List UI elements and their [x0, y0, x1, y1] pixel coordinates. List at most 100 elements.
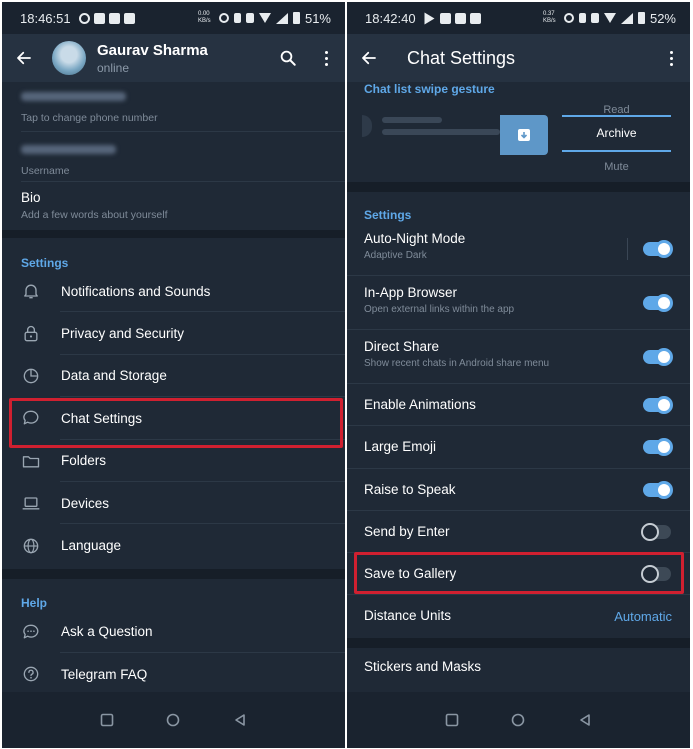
setting-label: Auto-Night Mode	[364, 231, 466, 246]
setting-row-auto-night-mode[interactable]: Auto-Night Mode Adaptive Dark	[347, 222, 690, 276]
large-emoji-toggle[interactable]	[643, 438, 673, 457]
menu-item-ask-a-question[interactable]: Ask a Question	[2, 611, 345, 654]
alarm-icon	[218, 13, 229, 23]
android-nav-bar	[2, 692, 345, 748]
menu-item-label: Folders	[61, 453, 107, 469]
menu-item-language[interactable]: Language	[2, 524, 345, 566]
bluetooth-icon	[233, 13, 241, 23]
more-options-button[interactable]	[652, 34, 690, 82]
settings-menu: Notifications and Sounds Privacy and Secu…	[2, 270, 345, 567]
search-icon	[280, 50, 296, 66]
send-by-enter-toggle[interactable]	[641, 523, 671, 542]
gmail-icon	[469, 12, 481, 24]
phone-hint: Tap to change phone number	[21, 112, 158, 124]
lock-icon	[24, 325, 38, 341]
stickers-and-masks-row[interactable]: Stickers and Masks	[347, 648, 690, 690]
setting-row-direct-share[interactable]: Direct Share Show recent chats in Android…	[347, 330, 690, 384]
signal-icon	[620, 12, 633, 24]
auto-night-mode-toggle[interactable]	[643, 240, 673, 258]
battery-level: 51%	[304, 10, 331, 26]
stickers-label: Stickers and Masks	[364, 658, 482, 674]
bio-row[interactable]: Bio Add a few words about yourself	[2, 182, 345, 230]
setting-row-save-to-gallery[interactable]: Save to Gallery	[347, 553, 690, 596]
in-app-browser-toggle[interactable]	[643, 294, 673, 312]
menu-item-folders[interactable]: Folders	[2, 440, 345, 482]
setting-row-large-emoji[interactable]: Large Emoji	[347, 426, 690, 469]
more-options-button[interactable]	[307, 34, 345, 82]
setting-label: Large Emoji	[364, 439, 437, 455]
menu-item-devices[interactable]: Devices	[2, 482, 345, 525]
nav-back-button[interactable]	[228, 708, 252, 732]
search-button[interactable]	[269, 34, 307, 82]
telegram-icon	[424, 12, 436, 24]
menu-item-chat-settings[interactable]: Chat Settings	[2, 397, 345, 440]
home-button[interactable]	[161, 708, 185, 732]
battery-icon	[292, 12, 300, 24]
vibrate-icon	[590, 13, 599, 23]
menu-item-label: Privacy and Security	[61, 326, 185, 342]
setting-label: In-App Browser	[364, 285, 458, 300]
triangle-back-icon	[580, 714, 590, 726]
phone-number-redacted	[21, 92, 126, 101]
home-button[interactable]	[506, 708, 530, 732]
avatar[interactable]	[52, 41, 86, 75]
bluetooth-icon	[578, 13, 586, 23]
swipe-option-archive[interactable]: Archive	[562, 115, 671, 152]
folder-icon	[22, 455, 40, 468]
username-redacted	[21, 145, 116, 154]
chat-settings-rows: Auto-Night Mode Adaptive Dark In-App Brows…	[347, 222, 690, 638]
setting-row-enable-animations[interactable]: Enable Animations	[347, 384, 690, 427]
recents-button[interactable]	[95, 708, 119, 732]
back-button[interactable]	[347, 34, 391, 82]
enable-animations-toggle[interactable]	[643, 396, 673, 415]
phone-number-row[interactable]: Tap to change phone number	[2, 82, 345, 132]
network-speed: 0.00 KB/s	[197, 11, 211, 24]
setting-label: Direct Share	[364, 339, 440, 354]
setting-label: Raise to Speak	[364, 481, 456, 497]
recents-button[interactable]	[440, 708, 464, 732]
app-icon	[108, 12, 120, 24]
setting-description: Show recent chats in Android share menu	[364, 358, 550, 369]
android-nav-bar	[347, 692, 690, 748]
section-divider	[347, 182, 690, 192]
settings-list: Tap to change phone number Username Bio …	[2, 82, 345, 692]
profile-info: Gaurav Sharma online	[97, 42, 208, 75]
status-bar: 18:46:51 0.00 KB/s 51%	[2, 2, 345, 34]
pocket-icon	[439, 12, 451, 24]
setting-row-send-by-enter[interactable]: Send by Enter	[347, 511, 690, 554]
status-time: 18:46:51	[20, 10, 71, 26]
pie-chart-icon	[23, 368, 39, 384]
direct-share-toggle[interactable]	[643, 348, 673, 366]
bell-icon	[24, 284, 38, 299]
setting-row-raise-to-speak[interactable]: Raise to Speak	[347, 469, 690, 511]
swipe-option-mute[interactable]: Mute	[562, 161, 671, 173]
menu-item-label: Chat Settings	[61, 410, 143, 426]
archive-icon	[518, 129, 530, 141]
menu-item-data-and-storage[interactable]: Data and Storage	[2, 355, 345, 398]
chat-settings-header: Chat Settings	[347, 34, 690, 82]
bio-hint: Add a few words about yourself	[21, 209, 168, 221]
setting-row-in-app-browser[interactable]: In-App Browser Open external links within…	[347, 276, 690, 330]
username-row[interactable]: Username	[2, 132, 345, 182]
back-button[interactable]	[2, 34, 46, 82]
nav-back-button[interactable]	[573, 708, 597, 732]
signal-icon	[275, 12, 288, 24]
menu-item-privacy-and-security[interactable]: Privacy and Security	[2, 312, 345, 355]
status-bar: 18:42:40 0.37 KB/s 52%	[347, 2, 690, 34]
help-menu: Ask a Question Telegram FAQ	[2, 611, 345, 696]
help-section-header: Help	[21, 595, 48, 610]
separator	[627, 238, 628, 260]
alarm-icon	[563, 13, 574, 23]
network-speed: 0.37 KB/s	[542, 11, 556, 24]
save-to-gallery-toggle[interactable]	[641, 565, 671, 584]
profile-header: Gaurav Sharma online	[2, 34, 345, 82]
archive-swipe-action	[500, 115, 548, 155]
raise-to-speak-toggle[interactable]	[643, 480, 673, 499]
setting-row-distance-units[interactable]: Distance Units Automatic	[347, 595, 690, 637]
menu-item-telegram-faq[interactable]: Telegram FAQ	[2, 653, 345, 695]
page-title: Chat Settings	[407, 47, 516, 68]
menu-item-notifications-and-sounds[interactable]: Notifications and Sounds	[2, 270, 345, 313]
bio-label: Bio	[21, 190, 41, 205]
settings-screen: 18:46:51 0.00 KB/s 51% Gaurav Sharma onl…	[2, 2, 345, 748]
menu-item-label: Ask a Question	[61, 624, 153, 640]
